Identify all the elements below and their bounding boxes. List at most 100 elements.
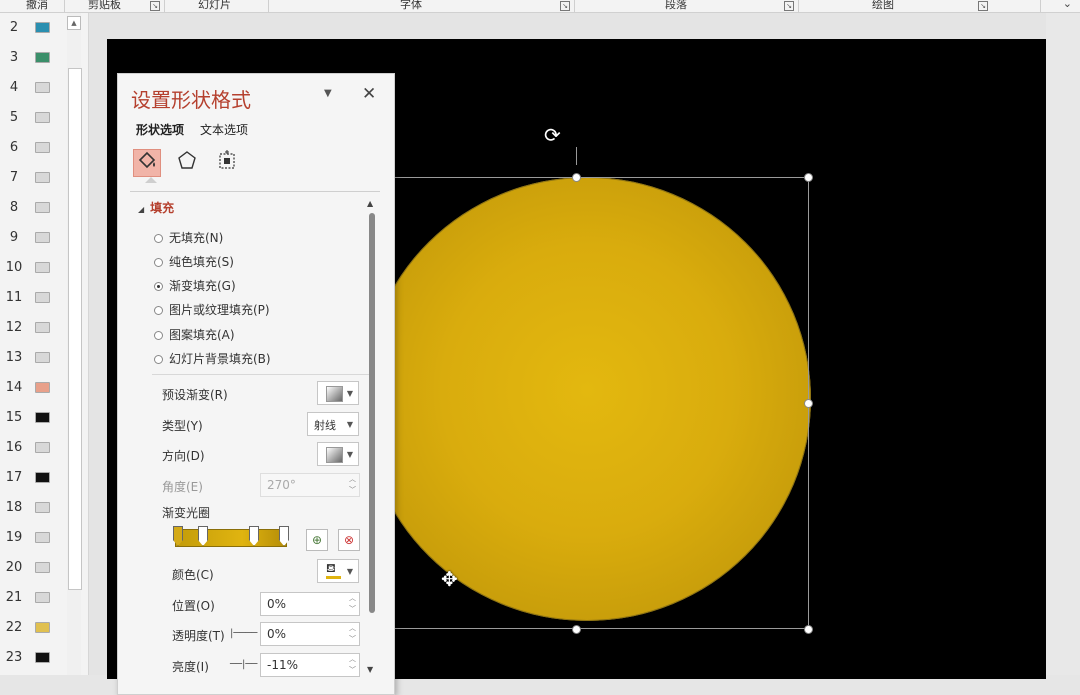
radio-no-fill[interactable]: 无填充(N) bbox=[154, 229, 223, 246]
rotate-handle-icon[interactable]: ⟳ bbox=[544, 123, 561, 147]
pane-scrollbar-thumb[interactable] bbox=[369, 213, 375, 613]
remove-gradient-stop-icon[interactable]: ⊗ bbox=[338, 529, 360, 551]
slide-thumbnail-image[interactable] bbox=[35, 142, 50, 153]
slide-thumbnail-image[interactable] bbox=[35, 412, 50, 423]
slide-thumbnail[interactable]: 2 bbox=[0, 13, 64, 43]
slide-thumbnail-image[interactable] bbox=[35, 442, 50, 453]
slide-thumbnail-image[interactable] bbox=[35, 22, 50, 33]
slide-thumbnail-image[interactable] bbox=[35, 322, 50, 333]
gradient-stops-bar[interactable] bbox=[175, 529, 287, 547]
slide-thumbnail[interactable]: 20 bbox=[0, 553, 64, 583]
slide-thumbnail-image[interactable] bbox=[35, 622, 50, 633]
tab-shape-options[interactable]: 形状选项 bbox=[136, 121, 184, 138]
tab-text-options[interactable]: 文本选项 bbox=[200, 121, 248, 138]
radio-gradient-fill[interactable]: 渐变填充(G) bbox=[154, 277, 236, 294]
slide-thumbnail-image[interactable] bbox=[35, 262, 50, 273]
slide-thumbnail[interactable]: 13 bbox=[0, 343, 64, 373]
thumbnail-scrollbar[interactable]: ▲ bbox=[67, 13, 82, 675]
close-icon[interactable]: ✕ bbox=[362, 84, 376, 104]
slide-thumbnail-image[interactable] bbox=[35, 472, 50, 483]
type-dropdown[interactable]: 射线 ▼ bbox=[307, 412, 359, 436]
slide-thumbnail[interactable]: 14 bbox=[0, 373, 64, 403]
position-input[interactable]: 0% ︿ ﹀ bbox=[260, 592, 360, 616]
spinner-arrows-icon[interactable]: ︿ ﹀ bbox=[349, 654, 356, 676]
stage-scrollbar[interactable] bbox=[1046, 13, 1080, 675]
resize-handle-bottom[interactable] bbox=[572, 625, 581, 634]
spinner-arrows-icon[interactable]: ︿ ﹀ bbox=[349, 593, 356, 615]
paint-bucket-icon[interactable] bbox=[133, 149, 161, 177]
slide-thumbnail-image[interactable] bbox=[35, 52, 50, 63]
slide-thumbnail[interactable]: 9 bbox=[0, 223, 64, 253]
slide-thumbnail[interactable]: 11 bbox=[0, 283, 64, 313]
slide-thumbnail[interactable]: 3 bbox=[0, 43, 64, 73]
slide-thumbnail[interactable]: 4 bbox=[0, 73, 64, 103]
slide-thumbnail[interactable]: 7 bbox=[0, 163, 64, 193]
scrollbar-thumb[interactable] bbox=[68, 68, 82, 590]
scroll-down-icon[interactable]: ▼ bbox=[367, 665, 373, 674]
preset-gradient-dropdown[interactable]: ▼ bbox=[317, 381, 359, 405]
add-gradient-stop-icon[interactable]: ⊕ bbox=[306, 529, 328, 551]
slide-thumbnail[interactable]: 21 bbox=[0, 583, 64, 613]
transparency-slider-icon[interactable]: |──── bbox=[230, 628, 257, 639]
radio-solid-fill[interactable]: 纯色填充(S) bbox=[154, 253, 234, 270]
radio-dot[interactable] bbox=[154, 306, 163, 315]
radio-picture-fill[interactable]: 图片或纹理填充(P) bbox=[154, 301, 270, 318]
radio-slide-bg-fill[interactable]: 幻灯片背景填充(B) bbox=[154, 350, 271, 367]
font-launcher-icon[interactable]: ↘ bbox=[560, 1, 570, 11]
slide-thumbnail-image[interactable] bbox=[35, 202, 50, 213]
radio-dot[interactable] bbox=[154, 355, 163, 364]
pane-options-chevron-icon[interactable]: ▼ bbox=[324, 88, 332, 99]
slide-thumbnail-image[interactable] bbox=[35, 652, 50, 663]
resize-handle-top[interactable] bbox=[572, 173, 581, 182]
slide-thumbnail-image[interactable] bbox=[35, 172, 50, 183]
slide-thumbnail-image[interactable] bbox=[35, 292, 50, 303]
slide-thumbnail-image[interactable] bbox=[35, 562, 50, 573]
slide-thumbnail-image[interactable] bbox=[35, 382, 50, 393]
resize-handle-right[interactable] bbox=[804, 399, 813, 408]
slide-thumbnail[interactable]: 23 bbox=[0, 643, 64, 673]
slide-number: 11 bbox=[5, 290, 23, 305]
radio-dot[interactable] bbox=[154, 258, 163, 267]
slide-thumbnail[interactable]: 8 bbox=[0, 193, 64, 223]
pane-scrollbar[interactable]: ▲ ▼ bbox=[367, 199, 377, 679]
scroll-up-icon[interactable]: ▲ bbox=[367, 199, 373, 208]
slide-thumbnail-image[interactable] bbox=[35, 592, 50, 603]
slide-thumbnail[interactable]: 18 bbox=[0, 493, 64, 523]
fill-section-header[interactable]: ◢ 填充 bbox=[138, 199, 174, 216]
radio-dot-selected[interactable] bbox=[154, 282, 163, 291]
slide-thumbnail-image[interactable] bbox=[35, 82, 50, 93]
slide-thumbnail[interactable]: 17 bbox=[0, 463, 64, 493]
ribbon-collapse-icon[interactable]: ⌄ bbox=[1063, 0, 1072, 10]
color-picker-button[interactable]: ⛾ ▼ bbox=[317, 559, 359, 583]
slide-thumbnail[interactable]: 16 bbox=[0, 433, 64, 463]
clipboard-launcher-icon[interactable]: ↘ bbox=[150, 1, 160, 11]
slide-thumbnail[interactable]: 6 bbox=[0, 133, 64, 163]
size-position-icon[interactable] bbox=[213, 149, 241, 177]
resize-handle-bottom-right[interactable] bbox=[804, 625, 813, 634]
slide-thumbnail-image[interactable] bbox=[35, 232, 50, 243]
radio-pattern-fill[interactable]: 图案填充(A) bbox=[154, 326, 235, 343]
scroll-up-icon[interactable]: ▲ bbox=[67, 16, 81, 30]
transparency-input[interactable]: 0% ︿ ﹀ bbox=[260, 622, 360, 646]
resize-handle-top-right[interactable] bbox=[804, 173, 813, 182]
slide-thumbnail[interactable]: 22 bbox=[0, 613, 64, 643]
slide-thumbnail-image[interactable] bbox=[35, 352, 50, 363]
slide-thumbnail[interactable]: 15 bbox=[0, 403, 64, 433]
ribbon-group-undo: 撤消 bbox=[26, 0, 48, 11]
brightness-slider-icon[interactable]: ──|── bbox=[230, 659, 257, 670]
radio-dot[interactable] bbox=[154, 234, 163, 243]
slide-thumbnail[interactable]: 5 bbox=[0, 103, 64, 133]
slide-thumbnail[interactable]: 10 bbox=[0, 253, 64, 283]
slide-thumbnail-image[interactable] bbox=[35, 532, 50, 543]
radio-dot[interactable] bbox=[154, 331, 163, 340]
slide-thumbnail-image[interactable] bbox=[35, 502, 50, 513]
spinner-arrows-icon[interactable]: ︿ ﹀ bbox=[349, 623, 356, 645]
brightness-input[interactable]: -11% ︿ ﹀ bbox=[260, 653, 360, 677]
slide-thumbnail[interactable]: 12 bbox=[0, 313, 64, 343]
drawing-launcher-icon[interactable]: ↘ bbox=[978, 1, 988, 11]
paragraph-launcher-icon[interactable]: ↘ bbox=[784, 1, 794, 11]
pentagon-icon[interactable] bbox=[173, 149, 201, 177]
direction-dropdown[interactable]: ▼ bbox=[317, 442, 359, 466]
slide-thumbnail-image[interactable] bbox=[35, 112, 50, 123]
slide-thumbnail[interactable]: 19 bbox=[0, 523, 64, 553]
